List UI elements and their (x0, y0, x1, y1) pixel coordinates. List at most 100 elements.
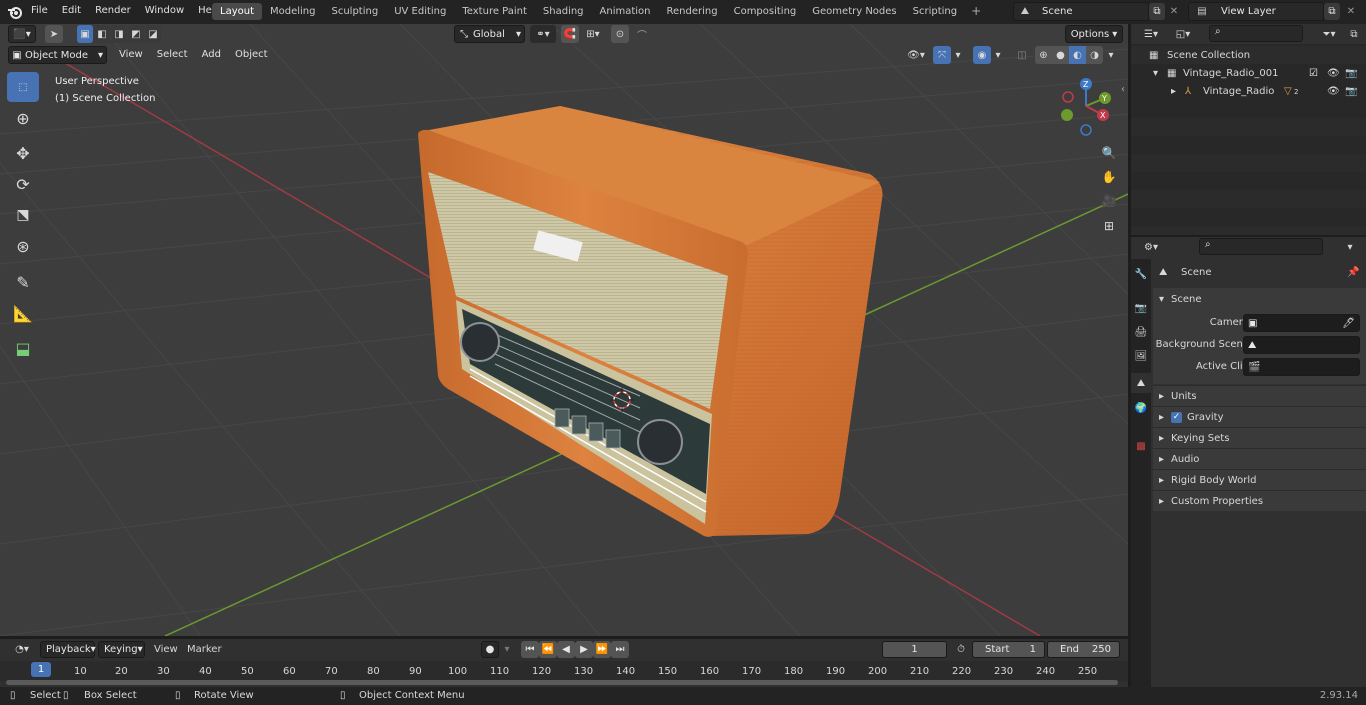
add-cube-tool-icon[interactable]: ⬓ (7, 334, 39, 362)
play-icon[interactable]: ▶ (575, 641, 593, 658)
timeline-menu-marker[interactable]: Marker (187, 644, 222, 655)
texture-tab-icon[interactable]: ▩ (1133, 437, 1149, 455)
scene-tab-icon[interactable]: ⛰ (1131, 373, 1151, 393)
jump-end-icon[interactable]: ⏭ (611, 641, 629, 658)
proportional-edit-icon[interactable]: ⊙ (611, 25, 629, 43)
add-workspace-button[interactable]: + (965, 3, 987, 20)
properties-search-field[interactable]: ⌕ (1199, 238, 1323, 255)
proportional-falloff-icon[interactable]: ⌒ (630, 25, 654, 43)
menu-view[interactable]: View (112, 49, 150, 60)
outliner-row-object[interactable]: ▸ ⅄ Vintage_Radio ▽ 2 👁 📷 (1131, 82, 1366, 100)
properties-options-icon[interactable]: ▾ (1341, 238, 1359, 256)
new-view-layer-icon[interactable]: ⧉ (1324, 3, 1340, 20)
panel-units[interactable]: ▸ Units (1153, 385, 1366, 406)
scene-panel-header[interactable]: ▾ Scene (1153, 290, 1366, 308)
wireframe-shading-icon[interactable]: ⊕ (1035, 46, 1052, 64)
disclosure-right-icon[interactable]: ▸ (1171, 86, 1185, 97)
pin-icon[interactable]: 📌 (1347, 267, 1359, 278)
transform-tool-icon[interactable]: ⊛ (7, 232, 39, 260)
tab-modeling[interactable]: Modeling (262, 3, 324, 20)
annotate-tool-icon[interactable]: ✎ (7, 268, 39, 296)
gizmo-toggle-icon[interactable]: ⤧ (933, 46, 951, 64)
options-dropdown[interactable]: Options ▾ (1065, 25, 1123, 43)
panel-custom-properties[interactable]: ▸ Custom Properties (1153, 490, 1366, 511)
ortho-toggle-icon[interactable]: ⊞ (1098, 215, 1120, 237)
gizmo-dropdown-icon[interactable]: ▾ (951, 46, 965, 64)
playhead[interactable]: 1 (31, 662, 51, 677)
menu-object[interactable]: Object (228, 49, 275, 60)
cursor-tool-icon[interactable]: ⊕ (7, 104, 39, 132)
tab-shading[interactable]: Shading (535, 3, 592, 20)
properties-editor-type-icon[interactable]: ⚙▾ (1137, 238, 1165, 256)
menu-select[interactable]: Select (150, 49, 195, 60)
menu-render[interactable]: Render (88, 5, 138, 16)
blender-logo-icon[interactable] (6, 3, 24, 21)
timeline-editor-type-icon[interactable]: ◔▾ (8, 641, 36, 658)
select-subtract-mode-icon[interactable]: ◨ (111, 25, 127, 43)
tab-geometry-nodes[interactable]: Geometry Nodes (804, 3, 904, 20)
outliner-row-scene-collection[interactable]: ▦ Scene Collection (1131, 46, 1366, 64)
disclosure-down-icon[interactable]: ▾ (1153, 68, 1167, 79)
render-tab-icon[interactable]: 📷 (1133, 299, 1149, 317)
jump-start-icon[interactable]: ⏮ (521, 641, 539, 658)
exclude-checkbox-icon[interactable]: ☑ (1309, 68, 1318, 79)
outliner-row-collection[interactable]: ▾ ▦ Vintage_Radio_001 ☑ 👁 📷 (1131, 64, 1366, 82)
panel-keying-sets[interactable]: ▸ Keying Sets (1153, 427, 1366, 448)
jump-prev-keyframe-icon[interactable]: ⏪ (539, 641, 557, 658)
menu-window[interactable]: Window (138, 5, 191, 16)
background-scene-field[interactable]: ⛰ (1243, 336, 1360, 354)
view-layer-tab-icon[interactable]: 🖼 (1133, 347, 1149, 365)
playback-dropdown[interactable]: Playback ▾ (40, 641, 96, 658)
navigation-gizmo[interactable]: Z Y X (1058, 74, 1118, 138)
new-scene-icon[interactable]: ⧉ (1149, 3, 1165, 20)
view-layer-selector[interactable]: ▤ View Layer (1188, 2, 1324, 21)
delete-view-layer-icon[interactable]: ✕ (1343, 3, 1359, 20)
object-mode-dropdown[interactable]: ▣ Object Mode ▾ (8, 46, 107, 64)
snap-target-icon[interactable]: ⊞▾ (580, 25, 606, 43)
eye-icon[interactable]: 👁 (1327, 86, 1340, 97)
select-extend-mode-icon[interactable]: ◧ (94, 25, 110, 43)
scale-tool-icon[interactable]: ⬔ (7, 201, 39, 229)
start-frame-field[interactable]: Start 1 (972, 641, 1045, 658)
play-reverse-icon[interactable]: ◀ (557, 641, 575, 658)
tab-scripting[interactable]: Scripting (905, 3, 965, 20)
camera-icon[interactable]: 📷 (1345, 68, 1357, 79)
select-tool-icon[interactable]: ➤ (45, 25, 63, 43)
delete-scene-icon[interactable]: ✕ (1166, 3, 1182, 20)
sidebar-toggle-icon[interactable]: ‹ (1118, 82, 1128, 96)
pan-hand-icon[interactable]: ✋ (1098, 166, 1120, 188)
menu-add[interactable]: Add (195, 49, 228, 60)
world-tab-icon[interactable]: 🌍 (1133, 399, 1149, 417)
eye-icon[interactable]: 👁 (1327, 68, 1340, 79)
editor-type-icon[interactable]: ⬛▾ (8, 25, 36, 43)
zoom-icon[interactable]: 🔍 (1098, 142, 1120, 164)
menu-file[interactable]: File (24, 5, 55, 16)
record-keyframe-icon[interactable]: ● (481, 641, 499, 658)
overlays-toggle-icon[interactable]: ◉ (973, 46, 991, 64)
panel-audio[interactable]: ▸ Audio (1153, 448, 1366, 469)
eyedropper-icon[interactable]: 🖊 (1342, 318, 1359, 329)
snap-toggle-icon[interactable]: 🧲 (561, 25, 579, 43)
menu-edit[interactable]: Edit (55, 5, 88, 16)
new-collection-icon[interactable]: ⧉ (1345, 25, 1363, 43)
gravity-checkbox[interactable]: ✓ (1171, 411, 1182, 423)
overlays-dropdown-icon[interactable]: ▾ (991, 46, 1005, 64)
tab-compositing[interactable]: Compositing (726, 3, 805, 20)
select-invert-mode-icon[interactable]: ◩ (128, 25, 144, 43)
timeline-ruler[interactable]: 1 10 20 30 40 50 60 70 80 90 100 110 120… (0, 661, 1128, 681)
outliner-search-field[interactable]: ⌕ (1209, 25, 1303, 42)
camera-field[interactable]: ▣ 🖊 (1243, 314, 1360, 332)
keyframe-type-icon[interactable]: ▾ (500, 641, 514, 658)
select-box-tool-icon[interactable]: ⬚ (7, 72, 39, 102)
current-frame-field[interactable]: 1 (882, 641, 947, 658)
end-frame-field[interactable]: End 250 (1047, 641, 1120, 658)
select-intersect-mode-icon[interactable]: ◪ (145, 25, 161, 43)
solid-shading-icon[interactable]: ● (1052, 46, 1069, 64)
timeline-menu-view[interactable]: View (154, 644, 178, 655)
tab-layout[interactable]: Layout (212, 3, 262, 20)
keying-dropdown[interactable]: Keying ▾ (98, 641, 145, 658)
camera-icon[interactable]: 📷 (1345, 86, 1357, 97)
jump-next-keyframe-icon[interactable]: ⏩ (593, 641, 611, 658)
transform-orientation-dropdown[interactable]: ⤡ Global ▾ (454, 25, 525, 43)
tab-uv-editing[interactable]: UV Editing (386, 3, 454, 20)
